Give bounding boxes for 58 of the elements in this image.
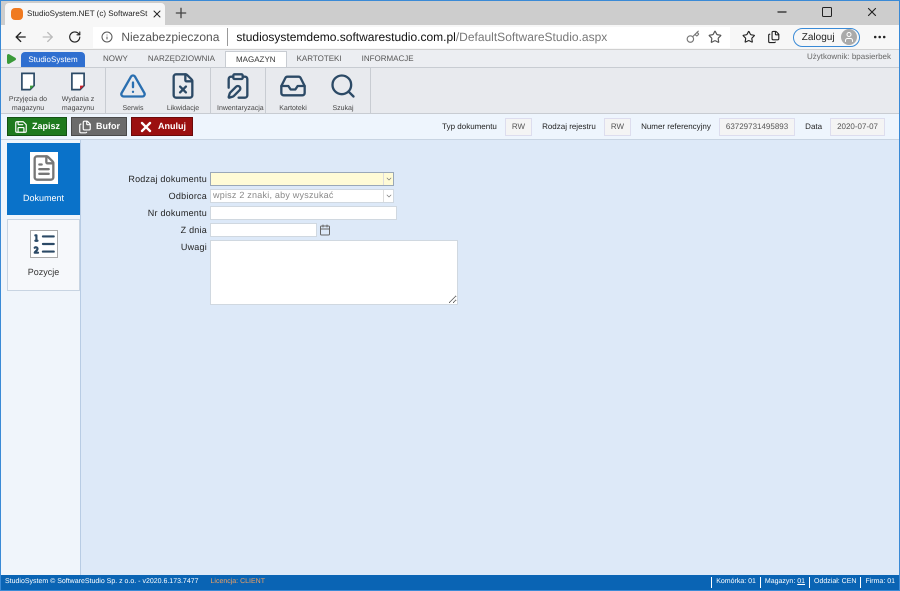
- text-field[interactable]: [210, 206, 397, 220]
- form-label: Rodzaj dokumentu: [127, 173, 207, 186]
- field-label: Numer referencyjny: [641, 120, 711, 132]
- app-menu-button[interactable]: StudioSystem: [21, 52, 85, 67]
- dropdown-icon: [384, 192, 392, 200]
- form-label: Uwagi: [180, 241, 207, 254]
- notes-field[interactable]: [210, 240, 458, 305]
- side-tab[interactable]: Pozycje: [7, 219, 80, 291]
- search-icon: [329, 72, 357, 100]
- app-logo-icon: [11, 8, 23, 20]
- combo-field[interactable]: [210, 172, 394, 186]
- close-icon[interactable]: [151, 8, 164, 20]
- field-label: Data: [805, 120, 822, 132]
- menu-tab[interactable]: KARTOTEKI: [286, 51, 352, 67]
- combo-field[interactable]: wpisz 2 znaki, aby wyszukać: [210, 189, 394, 203]
- field-value: 2020-07-07: [830, 118, 885, 136]
- favorites-icon[interactable]: [742, 30, 756, 44]
- menu-tab[interactable]: MAGAZYN: [225, 51, 287, 67]
- tab-title: StudioSystem.NET (c) SoftwareSt: [27, 8, 148, 20]
- numbered-list-icon: [30, 230, 58, 258]
- close-icon[interactable]: [865, 5, 879, 19]
- document-icon: [30, 152, 58, 184]
- reload-icon[interactable]: [68, 30, 82, 44]
- warning-icon: [119, 72, 147, 100]
- menu-tab[interactable]: NARZĘDZIOWNIA: [138, 51, 225, 67]
- key-icon[interactable]: [686, 30, 700, 44]
- field-label: Rodzaj rejestru: [542, 120, 596, 132]
- info-icon: [101, 31, 114, 43]
- form-label: Z dnia: [180, 224, 207, 237]
- form-label: Nr dokumentu: [146, 207, 207, 220]
- dropdown-icon: [384, 175, 392, 183]
- new-tab-icon[interactable]: [173, 5, 189, 21]
- side-tab[interactable]: Dokument: [7, 143, 80, 215]
- save-icon: [14, 120, 28, 134]
- form-label: Odbiorca: [168, 190, 207, 203]
- field-value: RW: [504, 118, 532, 136]
- avatar-icon: [840, 29, 857, 45]
- security-label: Niezabezpieczona: [121, 29, 220, 46]
- browser-tab[interactable]: StudioSystem.NET (c) SoftwareSt: [5, 3, 165, 25]
- address-field[interactable]: Niezabezpieczona studiosystemdemo.softwarestudio.com.pl/DefaultSoftwareStudio.aspx: [93, 26, 730, 48]
- date-field[interactable]: [210, 223, 317, 237]
- field-label: Typ dokumentu: [442, 120, 497, 132]
- star-icon[interactable]: [708, 30, 722, 44]
- menu-tab[interactable]: INFORMACJE: [352, 51, 424, 67]
- field-value: 63729731495893: [718, 118, 796, 136]
- action-button[interactable]: Bufor: [71, 117, 128, 136]
- user-label: Użytkownik: bpasierbek: [806, 51, 891, 63]
- maximize-icon[interactable]: [821, 6, 833, 18]
- action-button[interactable]: Anuluj: [131, 117, 194, 136]
- menu-tab[interactable]: NOWY: [93, 51, 138, 67]
- profile-button[interactable]: Zaloguj: [792, 28, 860, 46]
- field-value: RW: [604, 118, 632, 136]
- back-icon[interactable]: [13, 29, 28, 45]
- document-icon: [78, 120, 92, 134]
- url-text: studiosystemdemo.softwarestudio.com.pl/DefaultSoftwareStudio.aspx: [227, 28, 608, 46]
- calendar-icon[interactable]: [319, 224, 331, 236]
- action-button[interactable]: Zapisz: [7, 117, 68, 136]
- play-icon[interactable]: [5, 53, 17, 65]
